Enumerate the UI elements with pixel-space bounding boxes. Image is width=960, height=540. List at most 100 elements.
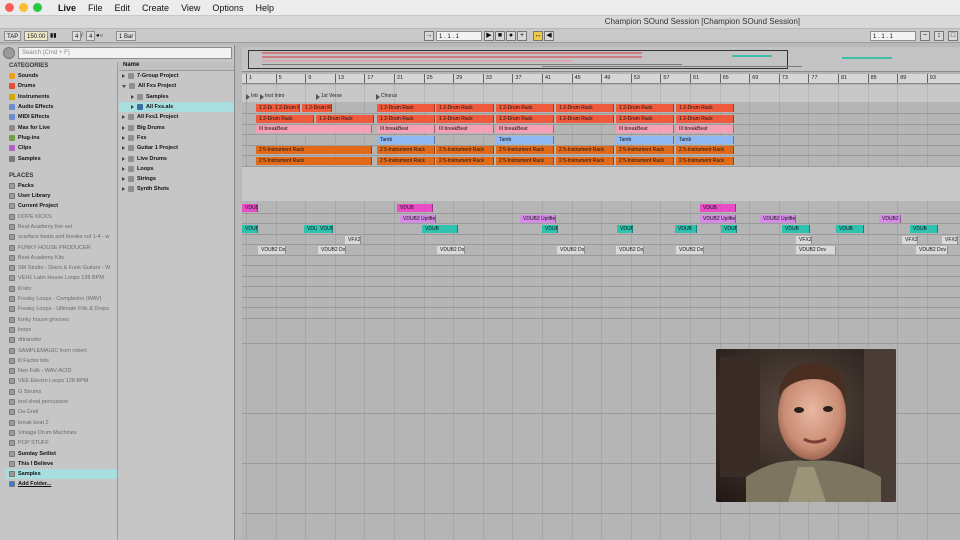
arrangement-clip[interactable]: VDUB — [242, 225, 258, 233]
arrangement-clip[interactable]: VDUB2 Dov — [557, 246, 585, 254]
arrangement-clip[interactable]: 2 5-Instrument Rack — [616, 157, 674, 165]
arrangement-clip[interactable]: VDUB2 Uplifte — [760, 215, 796, 223]
place-item[interactable]: Beat Academy Kits — [5, 253, 117, 263]
place-item[interactable]: VEH1 Latin House Loops 128 BPM — [5, 273, 117, 283]
arrangement-clip[interactable]: Tamb — [616, 136, 674, 144]
place-item[interactable]: ill Factor bits — [5, 356, 117, 366]
arrangement-clip[interactable]: VDUB — [317, 225, 333, 233]
beat-time-ruler[interactable]: 1 5 9 13 17 21 25 29 33 37 41 45 49 53 57 61 65 69 73 77 81 8… — [242, 74, 960, 84]
arrangement-clip[interactable]: 1 2-Drum Rack — [556, 104, 614, 112]
place-item[interactable]: SM Studio - Disco & Funk Guitars - W — [5, 263, 117, 273]
arrangement-clip[interactable]: VDUB2 Uplifte — [879, 215, 901, 223]
file-item[interactable]: Guitar 1 Project — [119, 143, 234, 153]
minimize-window-button[interactable] — [19, 3, 28, 12]
place-item[interactable]: Freaky Loops - Ultimate Fills & Drops — [5, 304, 117, 314]
disclosure-closed-icon[interactable] — [122, 135, 125, 140]
arrangement-clip[interactable]: 2 5-Instrument Rack — [256, 157, 372, 165]
place-item[interactable]: Vintage Drum Machines — [5, 428, 117, 438]
follow-icon[interactable]: → — [424, 31, 434, 41]
arrangement-clip[interactable]: VDUB — [397, 204, 433, 212]
category-audio-effects[interactable]: Audio Effects — [5, 102, 117, 112]
file-item[interactable]: Fxs — [119, 133, 234, 143]
arrangement-clip[interactable]: 2 5-Instrument Rack — [616, 146, 674, 154]
arrangement-clip[interactable]: 2 5-Instrument Rack — [676, 157, 734, 165]
arrangement-clip[interactable]: 1 2-Drum Rack — [377, 115, 435, 123]
arrangement-clip[interactable]: Tamb — [377, 136, 435, 144]
arrangement-clip[interactable]: III breakBeat — [676, 125, 734, 133]
arrangement-clip[interactable]: 1 2-Drum Rack — [616, 104, 674, 112]
arrangement-clip[interactable]: 2 5-Instrument Rack — [676, 146, 734, 154]
browser-search-input[interactable]: Search (Cmd + F) — [18, 47, 232, 59]
add-folder-button[interactable]: Add Folder... — [5, 479, 117, 489]
category-midi-effects[interactable]: MIDI Effects — [5, 112, 117, 122]
category-drums[interactable]: Drums — [5, 81, 117, 91]
arrangement-clip[interactable]: Tamb — [496, 136, 554, 144]
arrangement-clip[interactable]: VFX2 — [345, 236, 361, 244]
arrangement-clip[interactable]: 2 5-Instrument Rack — [556, 146, 614, 154]
disclosure-closed-icon[interactable] — [122, 74, 125, 79]
signature-numerator[interactable]: 4 — [72, 31, 82, 41]
place-item[interactable]: ill kitz — [5, 284, 117, 294]
zoom-window-button[interactable] — [33, 3, 42, 12]
arrangement-clip[interactable]: VDUB2 Dov — [916, 246, 948, 254]
place-item[interactable]: Da Grail — [5, 407, 117, 417]
place-item[interactable]: loops — [5, 325, 117, 335]
arrangement-clip[interactable]: 1 2-Drum Rack — [377, 104, 435, 112]
locator-marker[interactable]: 1st Verse — [316, 93, 342, 101]
arrangement-clip[interactable]: VDUB — [617, 225, 633, 233]
arrangement-clip[interactable]: VDUB2 Dov — [616, 246, 644, 254]
arrangement-clip[interactable]: 1 2-Drum Rack — [256, 115, 314, 123]
file-item[interactable]: All Fxs Project — [119, 81, 234, 91]
category-samples[interactable]: Samples — [5, 153, 117, 163]
arrangement-clip[interactable]: 1 2-Drum Rack — [556, 115, 614, 123]
file-item[interactable]: All Fxs.als — [119, 101, 234, 113]
arrangement-clip[interactable]: VDUB — [675, 225, 697, 233]
name-column-header[interactable]: Name — [119, 62, 234, 71]
category-sounds[interactable]: Sounds — [5, 71, 117, 81]
place-item[interactable]: Beat Academy live set — [5, 222, 117, 232]
place-item[interactable]: G Strums — [5, 387, 117, 397]
re-enable-automation-icon[interactable]: ◀ — [544, 31, 554, 41]
place-item[interactable]: break beat 2 — [5, 418, 117, 428]
file-item[interactable]: Loops — [119, 164, 234, 174]
place-item[interactable]: FUNKY HOUSE PRODUCER — [5, 242, 117, 252]
metronome-icon[interactable]: ●○ — [96, 31, 103, 41]
track-lane[interactable] — [242, 308, 960, 319]
arrangement-clip[interactable]: VDUB2 Uplifte — [700, 215, 736, 223]
arrangement-clip[interactable]: 1 2-Drum Rack — [302, 104, 332, 112]
place-item[interactable]: SAMPLEMAGIC from robert — [5, 345, 117, 355]
place-item[interactable]: VEE Electro Loops 128 BPM — [5, 376, 117, 386]
locator-marker[interactable]: Intr — [246, 93, 258, 101]
arrangement-clip[interactable]: 1 2-Drum Rack — [616, 115, 674, 123]
menu-view[interactable]: View — [181, 3, 200, 13]
arrangement-clip[interactable]: 1 2-Drum Rack — [436, 104, 494, 112]
arrangement-clip[interactable]: VDUB — [836, 225, 864, 233]
file-item[interactable]: Samples — [119, 92, 234, 102]
track-lane[interactable] — [242, 255, 960, 266]
place-item[interactable]: DOPE KICKS — [5, 212, 117, 222]
arrangement-clip[interactable]: 1 2-Drum Rack — [496, 115, 554, 123]
menu-create[interactable]: Create — [142, 3, 169, 13]
computer-keyboard-icon[interactable]: ↕ — [934, 31, 944, 41]
loop-position[interactable]: 1 . 1 . 1 — [870, 31, 916, 41]
place-item[interactable]: This I Believe — [5, 459, 117, 469]
disclosure-closed-icon[interactable] — [122, 115, 125, 120]
arrangement-clip[interactable]: III breakBeat — [616, 125, 674, 133]
place-item[interactable]: Freaky Loops - Complextro (WAV) — [5, 294, 117, 304]
play-icon[interactable]: ▶ — [484, 31, 494, 41]
arrangement-clip[interactable]: 1 2-Drum Rack — [496, 104, 554, 112]
automation-arm-icon[interactable]: ↔ — [533, 31, 543, 41]
arrangement-clip[interactable]: VDUB — [910, 225, 938, 233]
tempo-field[interactable]: 150.00 — [24, 31, 49, 41]
arrangement-clip[interactable]: VDUB — [721, 225, 737, 233]
arrangement-clip[interactable]: 2 5-Instrument Rack — [556, 157, 614, 165]
category-max-for-live[interactable]: Max for Live — [5, 122, 117, 132]
disclosure-closed-icon[interactable] — [122, 125, 125, 130]
menu-edit[interactable]: Edit — [115, 3, 131, 13]
arrangement-clip[interactable]: 1 2-Drum Rack — [316, 115, 374, 123]
arrangement-clip[interactable]: 1 2-Drum Rack — [676, 104, 734, 112]
menu-live[interactable]: Live — [58, 3, 76, 13]
draw-mode-icon[interactable]: ~ — [920, 31, 930, 41]
file-item[interactable]: Big Drums — [119, 122, 234, 132]
arrangement-clip[interactable]: 2 5-Instrument Rack — [496, 146, 554, 154]
